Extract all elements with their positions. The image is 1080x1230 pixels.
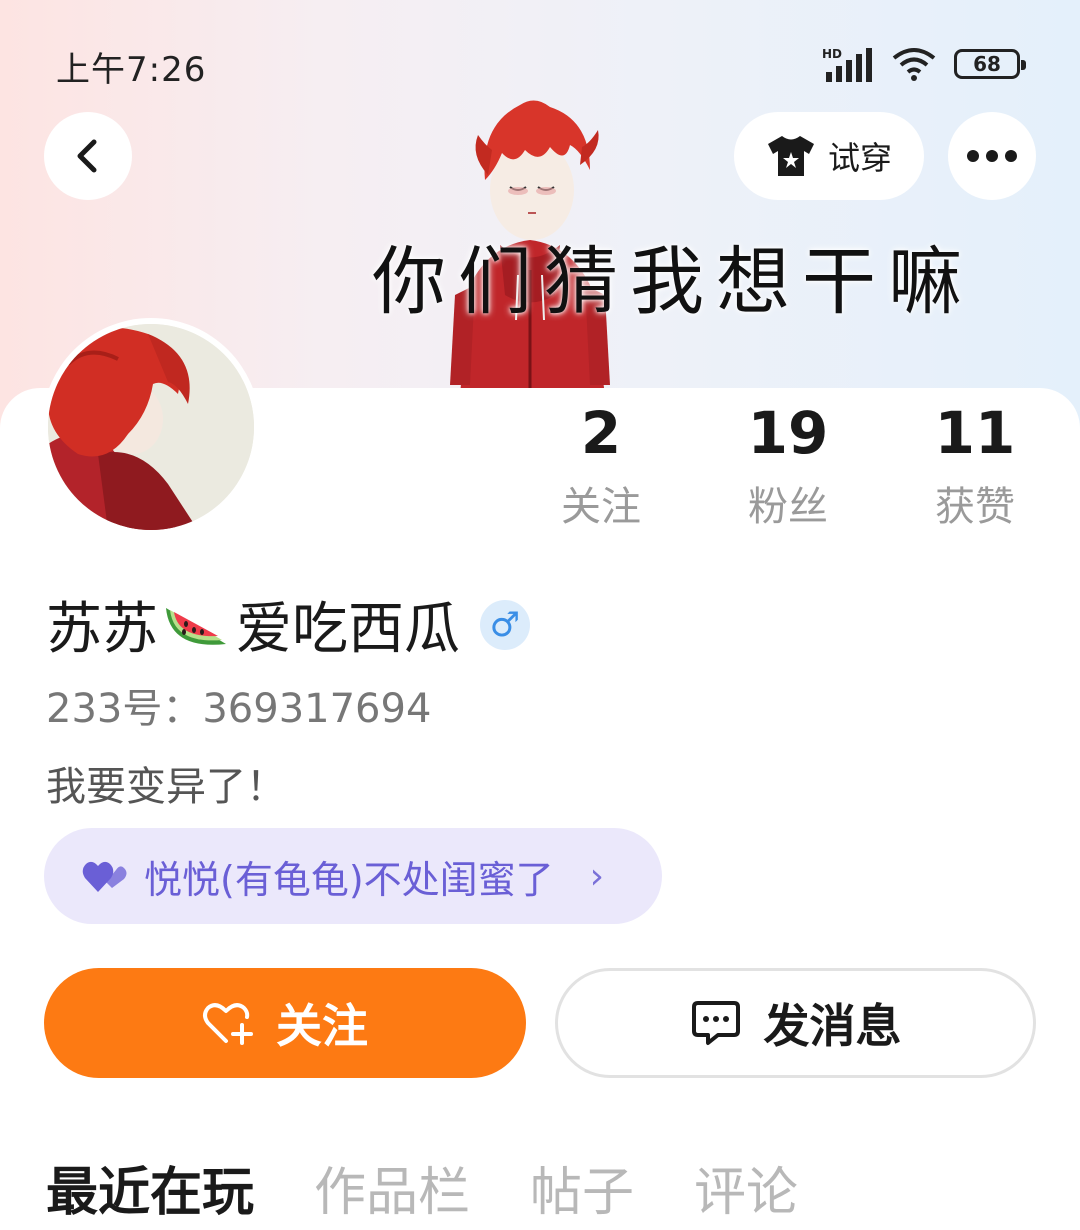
gender-symbol: ♂	[489, 604, 521, 645]
more-button[interactable]	[948, 112, 1036, 200]
stat-likes[interactable]: 11 获赞	[885, 398, 1065, 532]
more-icon	[967, 150, 1017, 162]
likes-count: 11	[934, 399, 1016, 467]
status-bar: 上午7:26 HD 68	[0, 0, 1080, 120]
back-button[interactable]	[44, 112, 132, 200]
status-time: 上午7:26	[56, 50, 207, 90]
likes-label: 获赞	[935, 484, 1015, 530]
tab-works[interactable]: 作品栏	[314, 1150, 470, 1225]
stat-following[interactable]: 2 关注	[511, 398, 691, 532]
user-bio: 我要变异了！	[46, 764, 286, 810]
battery-icon: 68	[954, 49, 1026, 79]
wifi-icon	[892, 48, 936, 81]
username-part-2: 爱吃西瓜	[236, 597, 460, 662]
double-heart-icon	[82, 861, 127, 892]
tab-comments[interactable]: 评论	[694, 1150, 798, 1225]
username: 苏苏 爱吃西瓜 ♂	[46, 584, 530, 665]
banner-title: 你们猜我想干嘛	[372, 239, 974, 325]
tab-recently-played[interactable]: 最近在玩	[46, 1150, 254, 1225]
svg-text:HD: HD	[822, 47, 842, 61]
relationship-chip[interactable]: 悦悦(有龟龟)不处闺蜜了 ›	[44, 828, 662, 924]
avatar-image	[48, 324, 254, 530]
avatar[interactable]	[42, 318, 260, 536]
follow-button[interactable]: 关注	[44, 968, 526, 1078]
stat-followers[interactable]: 19 粉丝	[698, 398, 878, 532]
status-icons: HD 68	[822, 44, 1026, 84]
chat-bubble-icon	[691, 1001, 740, 1045]
signal-icon: HD	[822, 47, 872, 82]
profile-tabs: 最近在玩 作品栏 帖子 评论	[46, 1150, 798, 1225]
chevron-right-icon: ›	[589, 855, 605, 897]
follow-label: 关注	[276, 999, 368, 1053]
following-label: 关注	[561, 484, 641, 530]
tshirt-icon	[767, 136, 814, 176]
try-on-label: 试穿	[827, 139, 892, 177]
following-count: 2	[580, 399, 622, 467]
followers-label: 粉丝	[748, 484, 828, 530]
message-button[interactable]: 发消息	[555, 968, 1036, 1078]
battery-level: 68	[973, 52, 1001, 76]
heart-plus-icon	[203, 1003, 253, 1045]
user-id: 233号：369317694	[46, 686, 432, 732]
gender-male-icon: ♂	[480, 599, 530, 650]
watermelon-icon	[166, 607, 226, 645]
back-arrow-icon	[77, 139, 97, 173]
tab-posts[interactable]: 帖子	[530, 1150, 634, 1225]
relationship-label: 悦悦(有龟龟)不处闺蜜了	[144, 857, 554, 902]
username-part-1: 苏苏	[46, 597, 158, 662]
followers-count: 19	[747, 399, 829, 467]
try-on-button[interactable]: 试穿	[734, 112, 924, 200]
message-label: 发消息	[763, 999, 902, 1053]
